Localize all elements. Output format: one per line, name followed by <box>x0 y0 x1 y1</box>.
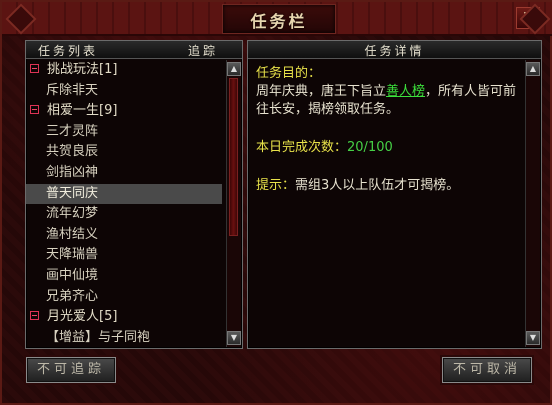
window-title: 任务栏 <box>250 12 308 31</box>
quest-row-label: 斥除非天 <box>46 82 99 98</box>
objective-label: 任务目的： <box>256 66 322 81</box>
quest-row-label: 流年幻梦 <box>46 206 99 222</box>
quest-list: 挑战玩法[1] 斥除非天相爱一生[9] 三才灵阵共贺良辰剑指凶神普天同庆流年幻梦渔村… <box>26 60 222 347</box>
quest-detail-header: 任务详情 <box>248 41 541 59</box>
quest-row-label: 兄弟齐心 <box>46 288 99 304</box>
scroll-thumb[interactable] <box>229 78 238 236</box>
title-plate: 任务栏 <box>222 4 336 34</box>
collapse-toggle-icon[interactable] <box>30 105 39 115</box>
scroll-up-arrow-icon[interactable]: ▲ <box>227 62 241 76</box>
objective-text: 周年庆典，唐王下旨立善人榜，所有人皆可前往长安，揭榜领取任务。 <box>256 83 521 119</box>
quest-row[interactable]: 共贺良辰 <box>26 142 222 163</box>
detail-scroll-down-arrow-icon[interactable]: ▼ <box>526 331 540 345</box>
quest-row-label: 相爱一生[9] <box>47 103 118 119</box>
quest-row-label: 剑指凶神 <box>46 164 99 180</box>
tip-label: 提示： <box>256 178 296 193</box>
close-button[interactable]: ✕ <box>516 7 540 29</box>
track-column-title: 追踪 <box>187 44 218 58</box>
track-button[interactable]: 不可追踪 <box>26 357 116 383</box>
quest-list-title: 任务列表 <box>38 44 99 58</box>
quest-row[interactable]: 斥除非天 <box>26 81 222 102</box>
quest-row[interactable]: 画中仙境 <box>26 266 222 287</box>
quest-detail-panel: 任务详情 任务目的： 周年庆典，唐王下旨立善人榜，所有人皆可前往长安，揭榜领取任… <box>247 40 542 349</box>
quest-row[interactable]: 流年幻梦 <box>26 204 222 225</box>
quest-detail-scrollbar[interactable]: ▲ ▼ <box>525 60 540 347</box>
daily-completion: 本日完成次数：20/100 <box>256 139 521 157</box>
quest-detail-content: 任务目的： 周年庆典，唐王下旨立善人榜，所有人皆可前往长安，揭榜领取任务。 本日… <box>256 65 521 195</box>
scroll-down-arrow-icon[interactable]: ▼ <box>227 331 241 345</box>
quest-row-label: 共贺良辰 <box>46 144 99 160</box>
quest-list-scrollbar[interactable]: ▲ ▼ <box>226 60 241 347</box>
quest-row-label: 普天同庆 <box>46 185 99 201</box>
quest-row[interactable]: 剑指凶神 <box>26 163 222 184</box>
quest-list-header: 任务列表 追踪 <box>26 41 242 59</box>
quest-row[interactable]: 普天同庆 <box>26 183 222 205</box>
collapse-toggle-icon[interactable] <box>30 64 39 73</box>
quest-list-panel: 任务列表 追踪 挑战玩法[1] 斥除非天相爱一生[9] 三才灵阵共贺良辰剑指凶神普天… <box>25 40 243 349</box>
quest-row[interactable]: 兄弟齐心 <box>26 287 222 308</box>
quest-window: 任务栏 ✕ 任务列表 追踪 挑战玩法[1] 斥除非天相爱一生[9] 三才灵阵共贺良辰… <box>0 0 552 405</box>
objective-text-part1: 周年庆典，唐王下旨立 <box>256 84 387 99</box>
quest-row-label: 画中仙境 <box>46 267 99 283</box>
quest-row[interactable]: 天降瑞兽 <box>26 245 222 266</box>
detail-scroll-up-arrow-icon[interactable]: ▲ <box>526 62 540 76</box>
quest-detail-title: 任务详情 <box>364 44 425 58</box>
daily-completion-label: 本日完成次数： <box>256 140 348 155</box>
quest-row-label: 天降瑞兽 <box>46 247 99 263</box>
quest-row-label: 【增益】与子同袍 <box>46 329 151 345</box>
quest-row[interactable]: 渔村结义 <box>26 225 222 246</box>
quest-row-label: 三才灵阵 <box>46 123 99 139</box>
good-person-list-link[interactable]: 善人榜 <box>386 84 425 99</box>
title-bar[interactable]: 任务栏 ✕ <box>2 2 552 36</box>
quest-row[interactable]: 三才灵阵 <box>26 122 222 143</box>
quest-row[interactable]: 【增益】与子同袍 <box>26 328 222 347</box>
daily-completion-value: 20/100 <box>347 140 393 155</box>
cancel-quest-button[interactable]: 不可取消 <box>442 357 532 383</box>
collapse-toggle-icon[interactable] <box>30 311 39 321</box>
tip-text: 需组3人以上队伍才可揭榜。 <box>295 178 460 193</box>
quest-row-label: 挑战玩法[1] <box>47 62 118 77</box>
tip-line: 提示：需组3人以上队伍才可揭榜。 <box>256 177 521 195</box>
quest-row-label: 渔村结义 <box>46 226 99 242</box>
quest-row-label: 月光爱人[5] <box>47 309 118 325</box>
quest-group-row[interactable]: 月光爱人[5] <box>26 307 222 328</box>
quest-group-row[interactable]: 相爱一生[9] <box>26 101 222 122</box>
quest-group-row[interactable]: 挑战玩法[1] <box>26 60 222 81</box>
